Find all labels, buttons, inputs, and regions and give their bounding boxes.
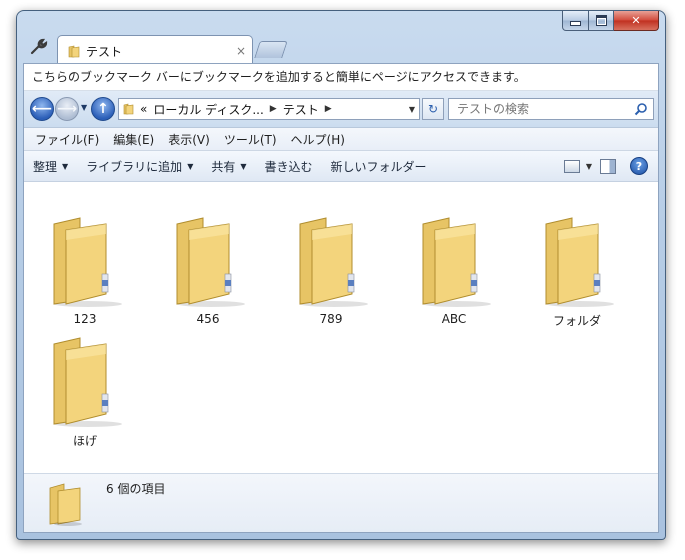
menu-help[interactable]: ヘルプ(H) bbox=[284, 131, 352, 148]
new-folder-button[interactable]: 新しいフォルダー bbox=[322, 158, 436, 175]
breadcrumb-separator-icon[interactable]: ▶ bbox=[270, 104, 277, 114]
up-button[interactable]: ↑ bbox=[91, 97, 115, 121]
folder-item[interactable]: 123 bbox=[35, 214, 135, 326]
caption-buttons: ✕ bbox=[562, 11, 659, 31]
recent-pages-chevron-icon[interactable]: ▼ bbox=[81, 103, 87, 112]
file-list: 123 456 789 ABC フォルダほげ bbox=[24, 210, 658, 502]
maximize-button[interactable] bbox=[589, 11, 614, 31]
address-bar[interactable]: « ローカル ディスク... ▶ テスト ▶ ▼ bbox=[118, 98, 420, 120]
folder-name: ABC bbox=[441, 312, 467, 326]
refresh-icon: ↻ bbox=[427, 102, 439, 116]
back-button[interactable]: ⟵ bbox=[30, 97, 54, 121]
toolbar-right: ▼ ? bbox=[563, 157, 648, 175]
share-button[interactable]: 共有 ▼ bbox=[202, 158, 255, 175]
maximize-icon bbox=[595, 15, 607, 26]
tab-current[interactable]: テスト × bbox=[57, 35, 253, 66]
change-view-icon[interactable] bbox=[563, 159, 580, 173]
folder-item[interactable]: ABC bbox=[404, 214, 504, 326]
back-arrow-icon: ⟵ bbox=[31, 101, 53, 117]
add-to-library-label: ライブラリに追加 bbox=[86, 159, 183, 174]
details-pane: 6 個の項目 bbox=[24, 473, 658, 532]
folder-name: フォルダ bbox=[552, 314, 601, 328]
folder-icon bbox=[422, 217, 491, 307]
tab-close-icon[interactable]: × bbox=[236, 44, 246, 58]
search-input[interactable] bbox=[455, 101, 629, 117]
add-to-library-button[interactable]: ライブラリに追加 ▼ bbox=[77, 158, 202, 175]
forward-arrow-icon: ⟶ bbox=[56, 101, 78, 117]
menu-view[interactable]: 表示(V) bbox=[161, 131, 217, 148]
breadcrumb-local-disk[interactable]: ローカル ディスク... bbox=[153, 101, 263, 118]
close-icon: ✕ bbox=[631, 14, 641, 27]
wrench-icon[interactable] bbox=[29, 37, 49, 57]
folder-item[interactable]: フォルダ bbox=[527, 214, 627, 329]
refresh-button[interactable]: ↻ bbox=[422, 98, 444, 120]
up-arrow-icon: ↑ bbox=[97, 101, 109, 117]
folder-icon bbox=[545, 217, 614, 307]
new-tab-button[interactable] bbox=[254, 41, 288, 58]
folder-icon bbox=[49, 483, 82, 526]
explorer-window: ✕ テスト × こちらのブックマーク バーにブックマークを追加すると簡単にページ… bbox=[16, 10, 666, 540]
folder-icon bbox=[176, 217, 245, 307]
help-icon[interactable]: ? bbox=[630, 157, 648, 175]
folder-icon bbox=[53, 337, 122, 427]
search-icon[interactable] bbox=[634, 102, 648, 116]
chevron-down-icon: ▼ bbox=[240, 161, 247, 171]
view-options-chevron-icon[interactable]: ▼ bbox=[586, 162, 592, 171]
folder-item[interactable]: 789 bbox=[281, 214, 381, 326]
folder-item[interactable]: ほげ bbox=[35, 334, 135, 449]
minimize-button[interactable] bbox=[562, 11, 589, 31]
forward-button[interactable]: ⟶ bbox=[55, 97, 79, 121]
preview-pane-icon[interactable] bbox=[600, 158, 616, 174]
address-overflow[interactable]: « bbox=[140, 102, 147, 116]
command-bar: 整理 ▼ ライブラリに追加 ▼ 共有 ▼ 書き込む 新しいフォルダー ▼ ? bbox=[24, 151, 658, 182]
breadcrumb-test[interactable]: テスト bbox=[283, 101, 319, 118]
menu-bar: ファイル(F) 編集(E) 表示(V) ツール(T) ヘルプ(H) bbox=[24, 128, 658, 151]
bookmark-bar: こちらのブックマーク バーにブックマークを追加すると簡単にページにアクセスできま… bbox=[24, 64, 658, 91]
burn-button[interactable]: 書き込む bbox=[256, 158, 322, 175]
menu-edit[interactable]: 編集(E) bbox=[106, 131, 161, 148]
organize-button[interactable]: 整理 ▼ bbox=[24, 158, 77, 175]
folder-name: ほげ bbox=[72, 434, 97, 448]
chevron-down-icon: ▼ bbox=[62, 161, 69, 171]
folder-name: 123 bbox=[73, 312, 97, 326]
minimize-icon bbox=[570, 21, 581, 26]
folder-icon bbox=[53, 217, 122, 307]
folder-name: 456 bbox=[196, 312, 220, 326]
folder-name: 789 bbox=[319, 312, 343, 326]
folder-icon bbox=[123, 103, 134, 115]
menu-tools[interactable]: ツール(T) bbox=[217, 131, 284, 148]
folder-item[interactable]: 456 bbox=[158, 214, 258, 326]
chevron-down-icon: ▼ bbox=[187, 161, 194, 171]
address-dropdown-icon[interactable]: ▼ bbox=[409, 105, 415, 114]
menu-file[interactable]: ファイル(F) bbox=[28, 131, 106, 148]
share-label: 共有 bbox=[211, 159, 236, 174]
item-count: 6 個の項目 bbox=[106, 482, 166, 496]
folder-icon bbox=[299, 217, 368, 307]
folder-icon bbox=[68, 45, 80, 57]
organize-label: 整理 bbox=[33, 159, 58, 174]
navigation-bar: ⟵ ⟶ ▼ ↑ « ローカル ディスク... ▶ テスト ▶ ▼ ↻ bbox=[24, 91, 658, 128]
close-button[interactable]: ✕ bbox=[614, 11, 659, 31]
breadcrumb-separator-icon[interactable]: ▶ bbox=[325, 104, 332, 114]
main-pane: こちらのブックマーク バーにブックマークを追加すると簡単にページにアクセスできま… bbox=[23, 63, 659, 533]
search-box bbox=[448, 98, 654, 120]
tab-title: テスト bbox=[86, 44, 123, 59]
